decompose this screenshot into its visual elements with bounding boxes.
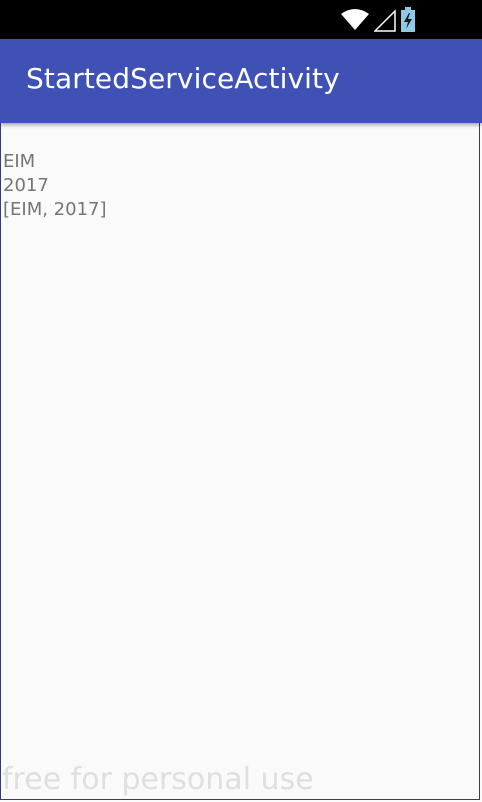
cell-signal-icon xyxy=(374,8,396,32)
phone-screen: StartedServiceActivity EIM 2017 [EIM, 20… xyxy=(0,0,482,802)
text-line-name: EIM xyxy=(3,151,36,172)
app-title: StartedServiceActivity xyxy=(26,62,340,95)
watermark: free for personal use xyxy=(2,762,314,797)
battery-charging-icon xyxy=(400,6,416,33)
status-icons xyxy=(340,6,416,33)
text-line-year: 2017 xyxy=(3,175,49,196)
content-area: EIM 2017 [EIM, 2017] xyxy=(0,123,480,800)
wifi-icon xyxy=(340,8,370,32)
app-bar: StartedServiceActivity xyxy=(0,39,482,123)
status-bar xyxy=(0,0,482,39)
text-line-list: [EIM, 2017] xyxy=(3,199,107,220)
